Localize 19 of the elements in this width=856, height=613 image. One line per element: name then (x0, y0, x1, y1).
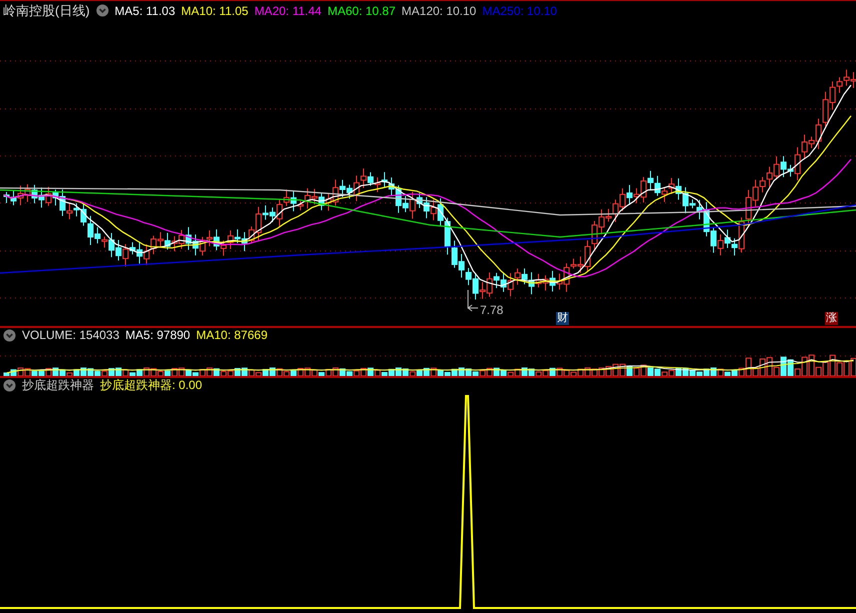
volume-value: VOLUME: 154033 (22, 328, 120, 342)
moving-average-value: MA20: 11.44 (254, 4, 322, 18)
moving-average-value: MA60: 10.87 (327, 4, 396, 18)
finance-tag[interactable]: 财 (556, 312, 569, 325)
leader-line (468, 290, 478, 312)
collapse-icon[interactable] (3, 378, 16, 392)
moving-average-value: MA5: 11.03 (114, 4, 176, 18)
indicator-value: 抄底超跌神器: 0.00 (100, 376, 202, 394)
limit-up-tag[interactable]: 涨 (825, 312, 838, 325)
collapse-icon[interactable] (3, 328, 16, 342)
low-price-label: 7.78 (480, 303, 504, 317)
indicator-name: 抄底超跌神器 (22, 376, 94, 394)
volume-average-value: MA5: 97890 (125, 328, 190, 342)
moving-average-value: MA10: 11.05 (181, 4, 248, 18)
stock-title: 岭南控股(日线) (3, 2, 90, 20)
collapse-icon[interactable] (96, 4, 109, 17)
volume-average-value: MA10: 87669 (196, 328, 268, 342)
moving-average-value: MA250: 10.10 (482, 4, 557, 18)
moving-average-value: MA120: 10.10 (402, 4, 476, 18)
